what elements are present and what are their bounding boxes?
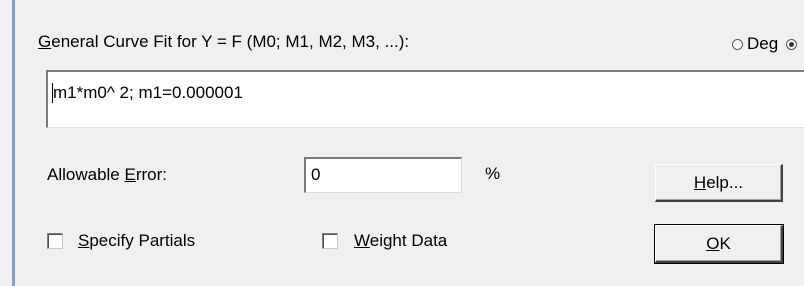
allowable-error-label-hotkey: E [124,165,136,184]
deg-radio[interactable] [732,38,743,50]
specify-partials-hotkey: S [78,231,90,250]
ok-button-hotkey: O [706,233,720,253]
angle-units-group: Deg [732,34,798,54]
help-button-hotkey: H [693,172,707,192]
weight-data-checkbox[interactable] [322,233,338,249]
ok-button[interactable]: OK [654,224,784,264]
specify-partials-text: pecify Partials [89,231,196,250]
allowable-error-label-suffix: rror: [135,165,168,184]
specify-partials-label[interactable]: Specify Partials [78,231,195,251]
allowable-error-label: Allowable Error: [47,165,167,185]
ok-button-label: K [719,233,731,253]
formula-label-hotkey: G [38,32,52,51]
curve-fit-dialog: General Curve Fit for Y = F (M0; M1, M2,… [0,0,804,286]
specify-partials-checkbox[interactable] [47,233,63,249]
weight-data-label[interactable]: Weight Data [354,231,447,251]
help-button-label: elp... [706,172,744,192]
weight-data-hotkey: W [354,231,370,250]
window-border [12,0,15,286]
allowable-error-value: 0 [311,165,321,184]
weight-data-text: eight Data [369,231,448,250]
rad-radio[interactable] [786,38,798,50]
allowable-error-input[interactable]: 0 [304,157,462,193]
formula-input-value: m1*m0^ 2; m1=0.000001 [53,83,243,102]
percent-unit-label: % [485,164,501,183]
formula-label-text: eneral Curve Fit for Y = F (M0; M1, M2, … [51,32,410,51]
allowable-error-label-prefix: Allowable [47,165,125,184]
formula-label: General Curve Fit for Y = F (M0; M1, M2,… [38,32,409,52]
deg-radio-label[interactable]: Deg [747,34,778,54]
formula-input[interactable]: m1*m0^ 2; m1=0.000001 [46,70,804,128]
help-button[interactable]: Help... [655,164,783,202]
